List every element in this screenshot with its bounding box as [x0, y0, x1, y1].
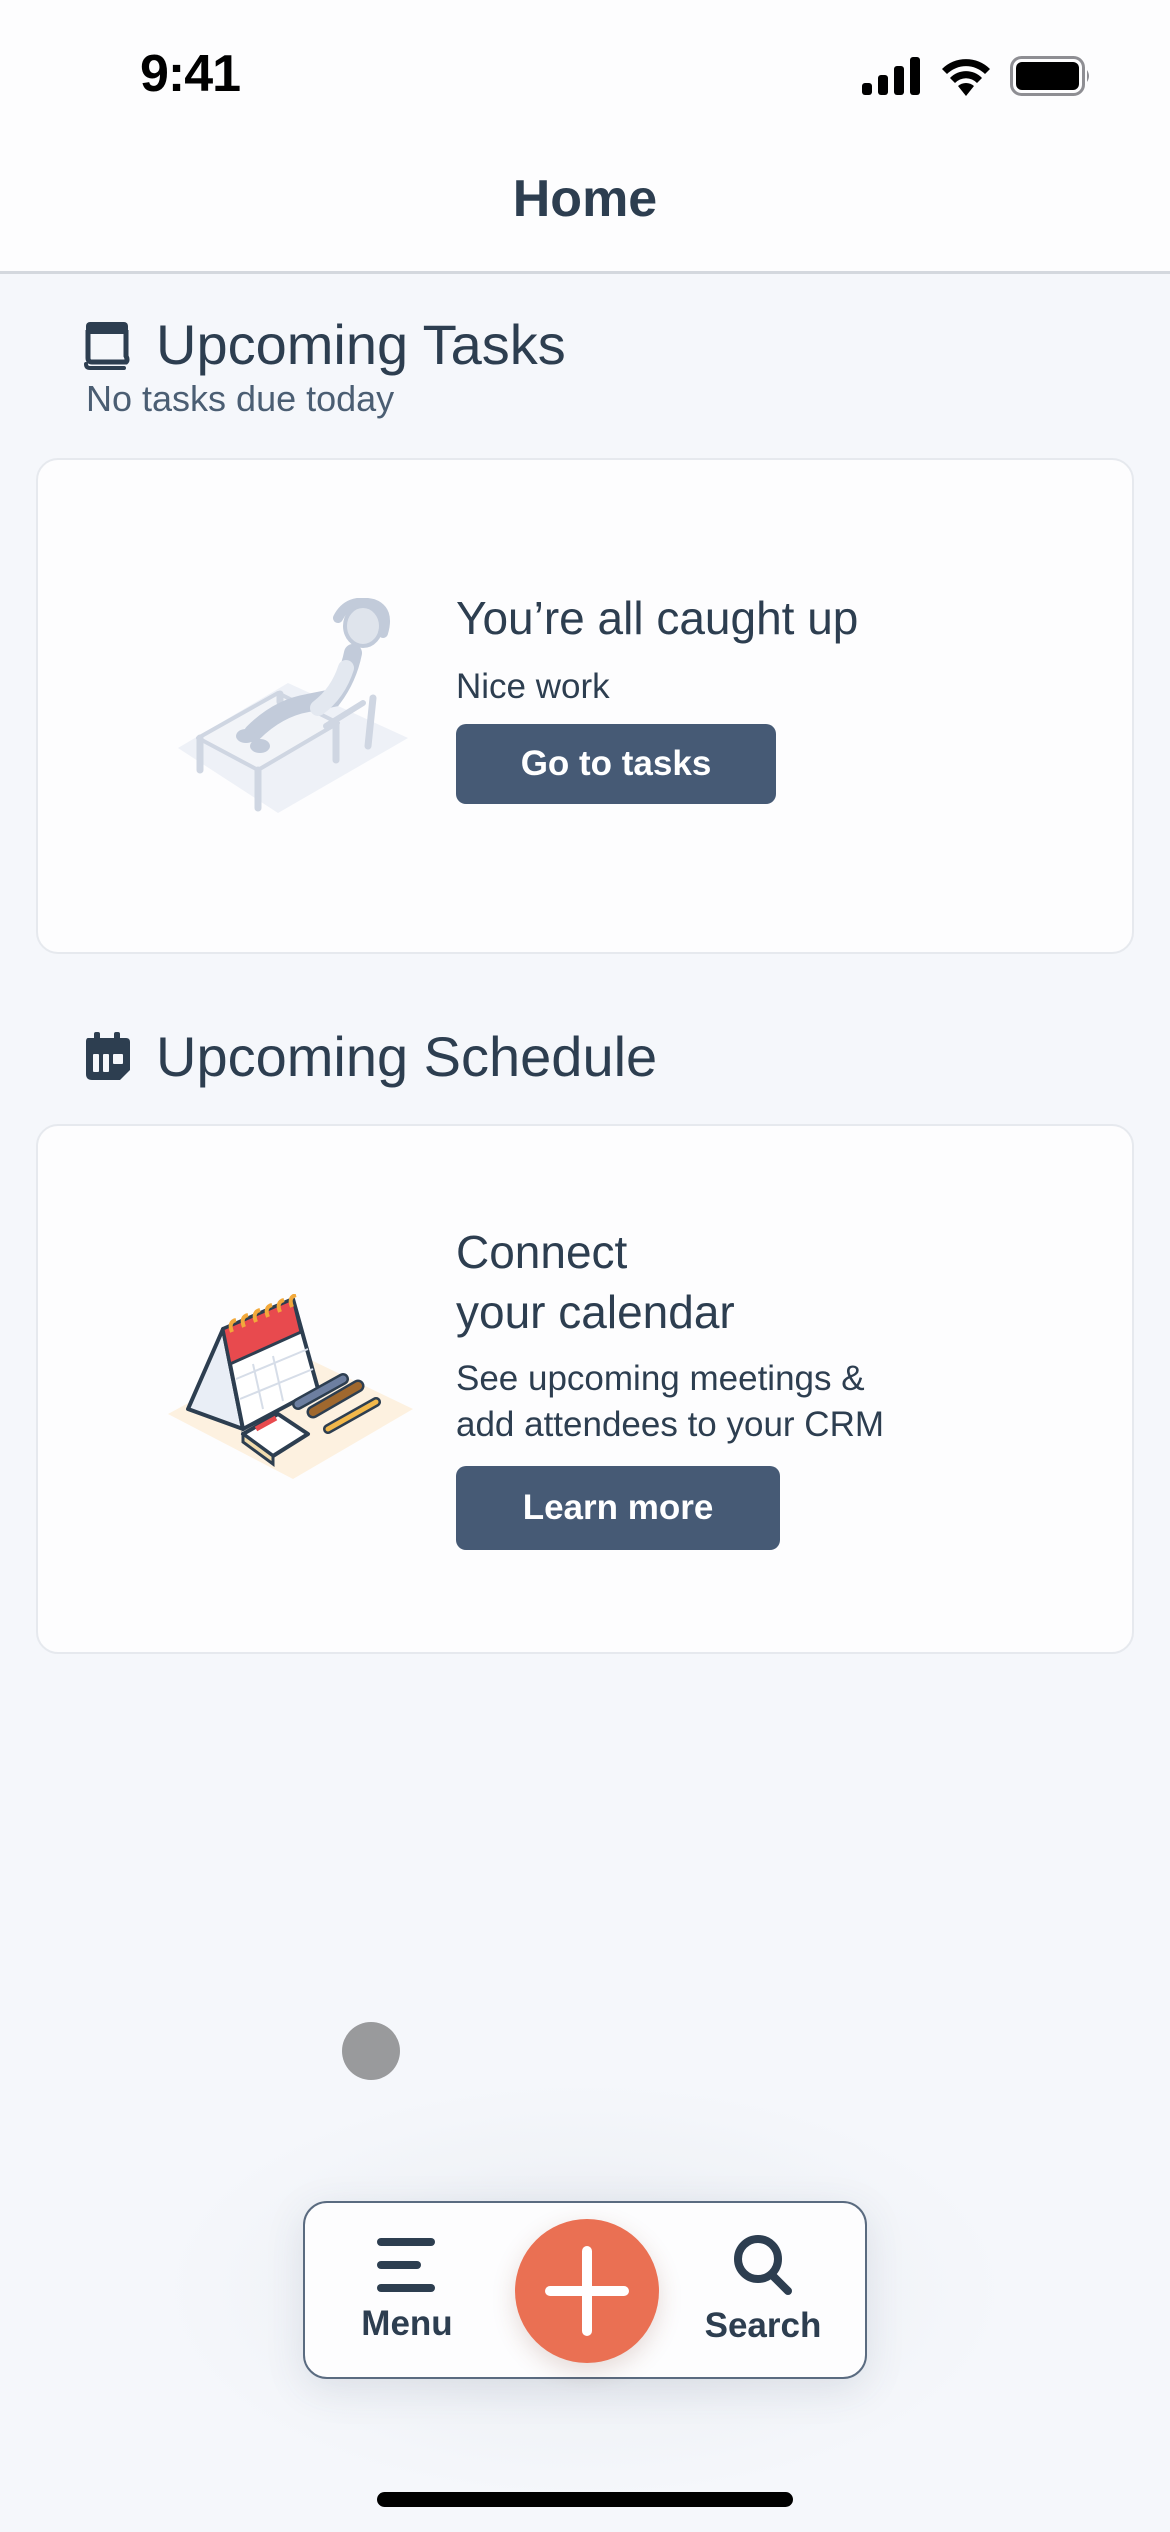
cellular-signal-icon — [862, 57, 920, 95]
status-bar: 9:41 — [0, 0, 1170, 150]
search-icon — [734, 2235, 792, 2295]
plus-icon — [545, 2246, 629, 2336]
battery-icon — [1010, 56, 1089, 96]
desk-calendar-illustration — [168, 1294, 413, 1479]
create-button[interactable] — [515, 2219, 659, 2363]
tasks-card: You’re all caught up Nice work Go to tas… — [36, 458, 1134, 954]
schedule-card-body: Connect your calendar See upcoming meeti… — [456, 1222, 884, 1550]
task-book-icon — [84, 321, 130, 370]
tab-search-label: Search — [704, 2306, 822, 2345]
tab-search[interactable]: Search — [683, 2203, 843, 2377]
tasks-section-title: Upcoming Tasks — [156, 313, 566, 376]
wifi-icon — [942, 59, 990, 96]
nav-header: Home — [0, 150, 1170, 274]
tasks-card-body: You’re all caught up Nice work Go to tas… — [456, 588, 858, 804]
schedule-card-text-line1: See upcoming meetings & — [456, 1359, 865, 1398]
schedule-section-header: Upcoming Schedule — [84, 1024, 657, 1089]
schedule-section-title: Upcoming Schedule — [156, 1025, 658, 1088]
bottom-tab-bar: Menu Search — [303, 2201, 867, 2379]
relaxing-person-illustration — [178, 598, 408, 813]
go-to-tasks-button[interactable]: Go to tasks — [456, 724, 776, 804]
tasks-card-text: Nice work — [456, 667, 610, 706]
status-time: 9:41 — [140, 45, 241, 103]
tasks-section-header: Upcoming Tasks — [84, 312, 566, 377]
schedule-card-text-line2: add attendees to your CRM — [456, 1405, 885, 1444]
tasks-card-title: You’re all caught up — [456, 592, 859, 644]
schedule-card-title-line2: your calendar — [456, 1286, 735, 1338]
page-title: Home — [512, 169, 658, 228]
home-indicator[interactable] — [377, 2492, 793, 2507]
schedule-card-title-line1: Connect — [456, 1226, 628, 1278]
tasks-section-subtitle: No tasks due today — [86, 378, 395, 419]
tab-menu-label: Menu — [361, 2304, 453, 2343]
schedule-card: Connect your calendar See upcoming meeti… — [36, 1124, 1134, 1654]
tab-menu[interactable]: Menu — [327, 2203, 487, 2377]
learn-more-button[interactable]: Learn more — [456, 1466, 780, 1550]
touch-indicator — [342, 2022, 400, 2080]
status-icons — [862, 56, 1092, 96]
calendar-icon — [86, 1031, 130, 1080]
hamburger-menu-icon — [377, 2238, 435, 2292]
